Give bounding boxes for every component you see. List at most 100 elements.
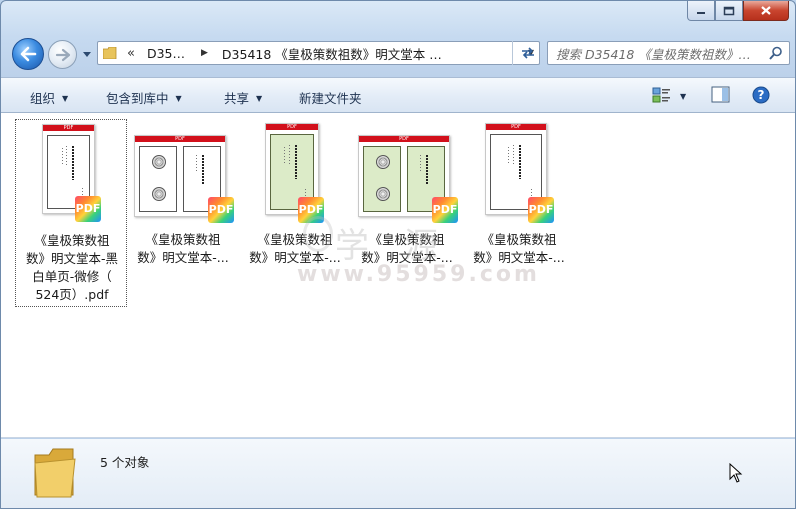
forward-arrow-icon: [55, 48, 70, 61]
file-item[interactable]: PDF PDF 《皇极策数祖 数》明文堂本-...: [127, 119, 239, 307]
file-name-line: 白单页-微修（: [32, 269, 112, 284]
seal-image: [376, 155, 390, 169]
file-name-line: 数》明文堂本-...: [137, 250, 229, 265]
file-item[interactable]: PDF PDF 《皇极策数祖 数》明文堂本-...: [239, 119, 351, 307]
maximize-icon: [723, 6, 735, 15]
file-name[interactable]: 《皇极策数祖 数》明文堂本-黑 白单页-微修（ 524页）.pdf: [16, 232, 128, 304]
pdf-badge-icon: PDF: [75, 196, 101, 222]
page-text: [284, 147, 285, 165]
preview-pane-button[interactable]: [711, 86, 731, 107]
view-options-dropdown[interactable]: ▼: [680, 89, 686, 104]
folder-icon: [103, 47, 117, 59]
address-bar[interactable]: « D35… ▶ D35418 《皇极策数祖数》明文堂本 … ▼: [97, 41, 540, 65]
organize-label: 组织: [30, 91, 56, 106]
include-in-library-label: 包含到库中: [106, 91, 169, 106]
share-button[interactable]: 共享 ▼: [224, 88, 262, 107]
chevron-down-icon: ▼: [680, 92, 687, 101]
page-text: [426, 155, 428, 185]
include-in-library-button[interactable]: 包含到库中 ▼: [106, 88, 182, 107]
item-count: 5 个对象: [100, 455, 150, 470]
file-item[interactable]: PDF PDF 《皇极策数祖 数》明文堂本-...: [351, 119, 463, 307]
breadcrumb-overflow[interactable]: «: [127, 46, 135, 61]
file-thumbnail: PDF PDF: [351, 119, 463, 223]
back-button[interactable]: [12, 38, 44, 70]
file-list[interactable]: PDF PDF 《皇极策数祖 数》明文堂本-黑 白单页-微修（ 524页）.pd…: [1, 113, 795, 438]
help-icon: ?: [752, 86, 770, 104]
file-name-line: 《皇极策数祖: [257, 232, 333, 247]
refresh-button[interactable]: [512, 41, 542, 65]
recent-pages-dropdown[interactable]: [82, 50, 92, 60]
search-input[interactable]: 搜索 D35418 《皇极策数祖数》…: [556, 44, 761, 63]
breadcrumb-current[interactable]: D35418 《皇极策数祖数》明文堂本 …: [222, 44, 442, 63]
forward-button[interactable]: [48, 40, 77, 69]
page-text: [289, 145, 290, 165]
back-arrow-icon: [20, 46, 37, 62]
pdf-bar: PDF: [135, 136, 225, 142]
file-name-line: 《皇极策数祖: [34, 233, 110, 248]
pdf-badge-icon: PDF: [432, 197, 458, 223]
pdf-badge-icon: PDF: [298, 197, 324, 223]
pdf-bar: PDF: [359, 136, 449, 142]
file-name-line: 524页）.pdf: [35, 287, 109, 302]
chevron-down-icon: ▼: [256, 94, 263, 103]
details-pane: 5 个对象: [1, 439, 795, 508]
file-thumbnail: PDF PDF: [239, 119, 351, 223]
file-name-line: 数》明文堂本-黑: [25, 251, 118, 266]
file-item[interactable]: PDF PDF 《皇极策数祖 数》明文堂本-黑 白单页-微修（ 524页）.pd…: [15, 119, 127, 307]
file-name-line: 《皇极策数祖: [145, 232, 221, 247]
file-name-line: 《皇极策数祖: [481, 232, 557, 247]
navigation-bar: « D35… ▶ D35418 《皇极策数祖数》明文堂本 … ▼ 搜索 D354…: [1, 37, 795, 71]
file-item[interactable]: PDF PDF 《皇极策数祖 数》明文堂本-...: [463, 119, 575, 307]
folder-icon: [34, 448, 76, 498]
minimize-icon: [697, 11, 705, 14]
file-name[interactable]: 《皇极策数祖 数》明文堂本-...: [463, 231, 575, 267]
chevron-down-icon: ▼: [175, 94, 182, 103]
close-button[interactable]: [743, 1, 789, 21]
refresh-icon: [521, 47, 534, 59]
help-button[interactable]: ?: [752, 86, 770, 107]
breadcrumb-segment[interactable]: D35…: [147, 46, 185, 61]
file-name[interactable]: 《皇极策数祖 数》明文堂本-...: [127, 231, 239, 267]
view-icon: [652, 87, 670, 103]
seal-image: [152, 155, 166, 169]
page-text: [513, 145, 514, 165]
mouse-cursor-icon: [729, 463, 743, 483]
pdf-bar: PDF: [43, 125, 94, 131]
page-text: [508, 147, 509, 165]
organize-button[interactable]: 组织 ▼: [30, 88, 68, 107]
file-name-line: 数》明文堂本-...: [249, 250, 341, 265]
new-folder-label: 新建文件夹: [299, 91, 362, 106]
file-name[interactable]: 《皇极策数祖 数》明文堂本-...: [351, 231, 463, 267]
page-text: [66, 146, 67, 166]
page-text: [202, 155, 204, 185]
seal-image: [376, 187, 390, 201]
command-bar: 组织 ▼ 包含到库中 ▼ 共享 ▼ 新建文件夹 ▼ ?: [1, 77, 795, 113]
file-name[interactable]: 《皇极策数祖 数》明文堂本-...: [239, 231, 351, 267]
page-frame: [139, 146, 177, 212]
explorer-window: « D35… ▶ D35418 《皇极策数祖数》明文堂本 … ▼ 搜索 D354…: [0, 0, 796, 509]
new-folder-button[interactable]: 新建文件夹: [299, 88, 362, 107]
change-view-button[interactable]: [652, 86, 672, 107]
page-text: [72, 146, 74, 180]
file-thumbnail: PDF PDF: [463, 119, 575, 223]
file-name-line: 数》明文堂本-...: [473, 250, 565, 265]
search-icon[interactable]: [769, 46, 783, 60]
preview-pane-icon: [711, 86, 730, 103]
file-thumbnail: PDF PDF: [127, 119, 239, 223]
pdf-bar: PDF: [266, 124, 318, 130]
seal-image: [152, 187, 166, 201]
minimize-button[interactable]: [687, 1, 715, 21]
page-text: [295, 145, 297, 179]
page-frame: [363, 146, 401, 212]
page-text: [519, 145, 521, 179]
page-text: [62, 148, 63, 166]
close-icon: [761, 6, 771, 15]
chevron-down-icon: ▼: [62, 94, 69, 103]
file-name-line: 《皇极策数祖: [369, 232, 445, 247]
pdf-bar: PDF: [486, 124, 546, 130]
breadcrumb-separator-icon[interactable]: ▶: [201, 48, 208, 58]
maximize-button[interactable]: [715, 1, 743, 21]
chevron-down-icon: [83, 52, 91, 57]
search-box[interactable]: 搜索 D35418 《皇极策数祖数》…: [547, 41, 790, 65]
svg-text:?: ?: [758, 88, 765, 102]
